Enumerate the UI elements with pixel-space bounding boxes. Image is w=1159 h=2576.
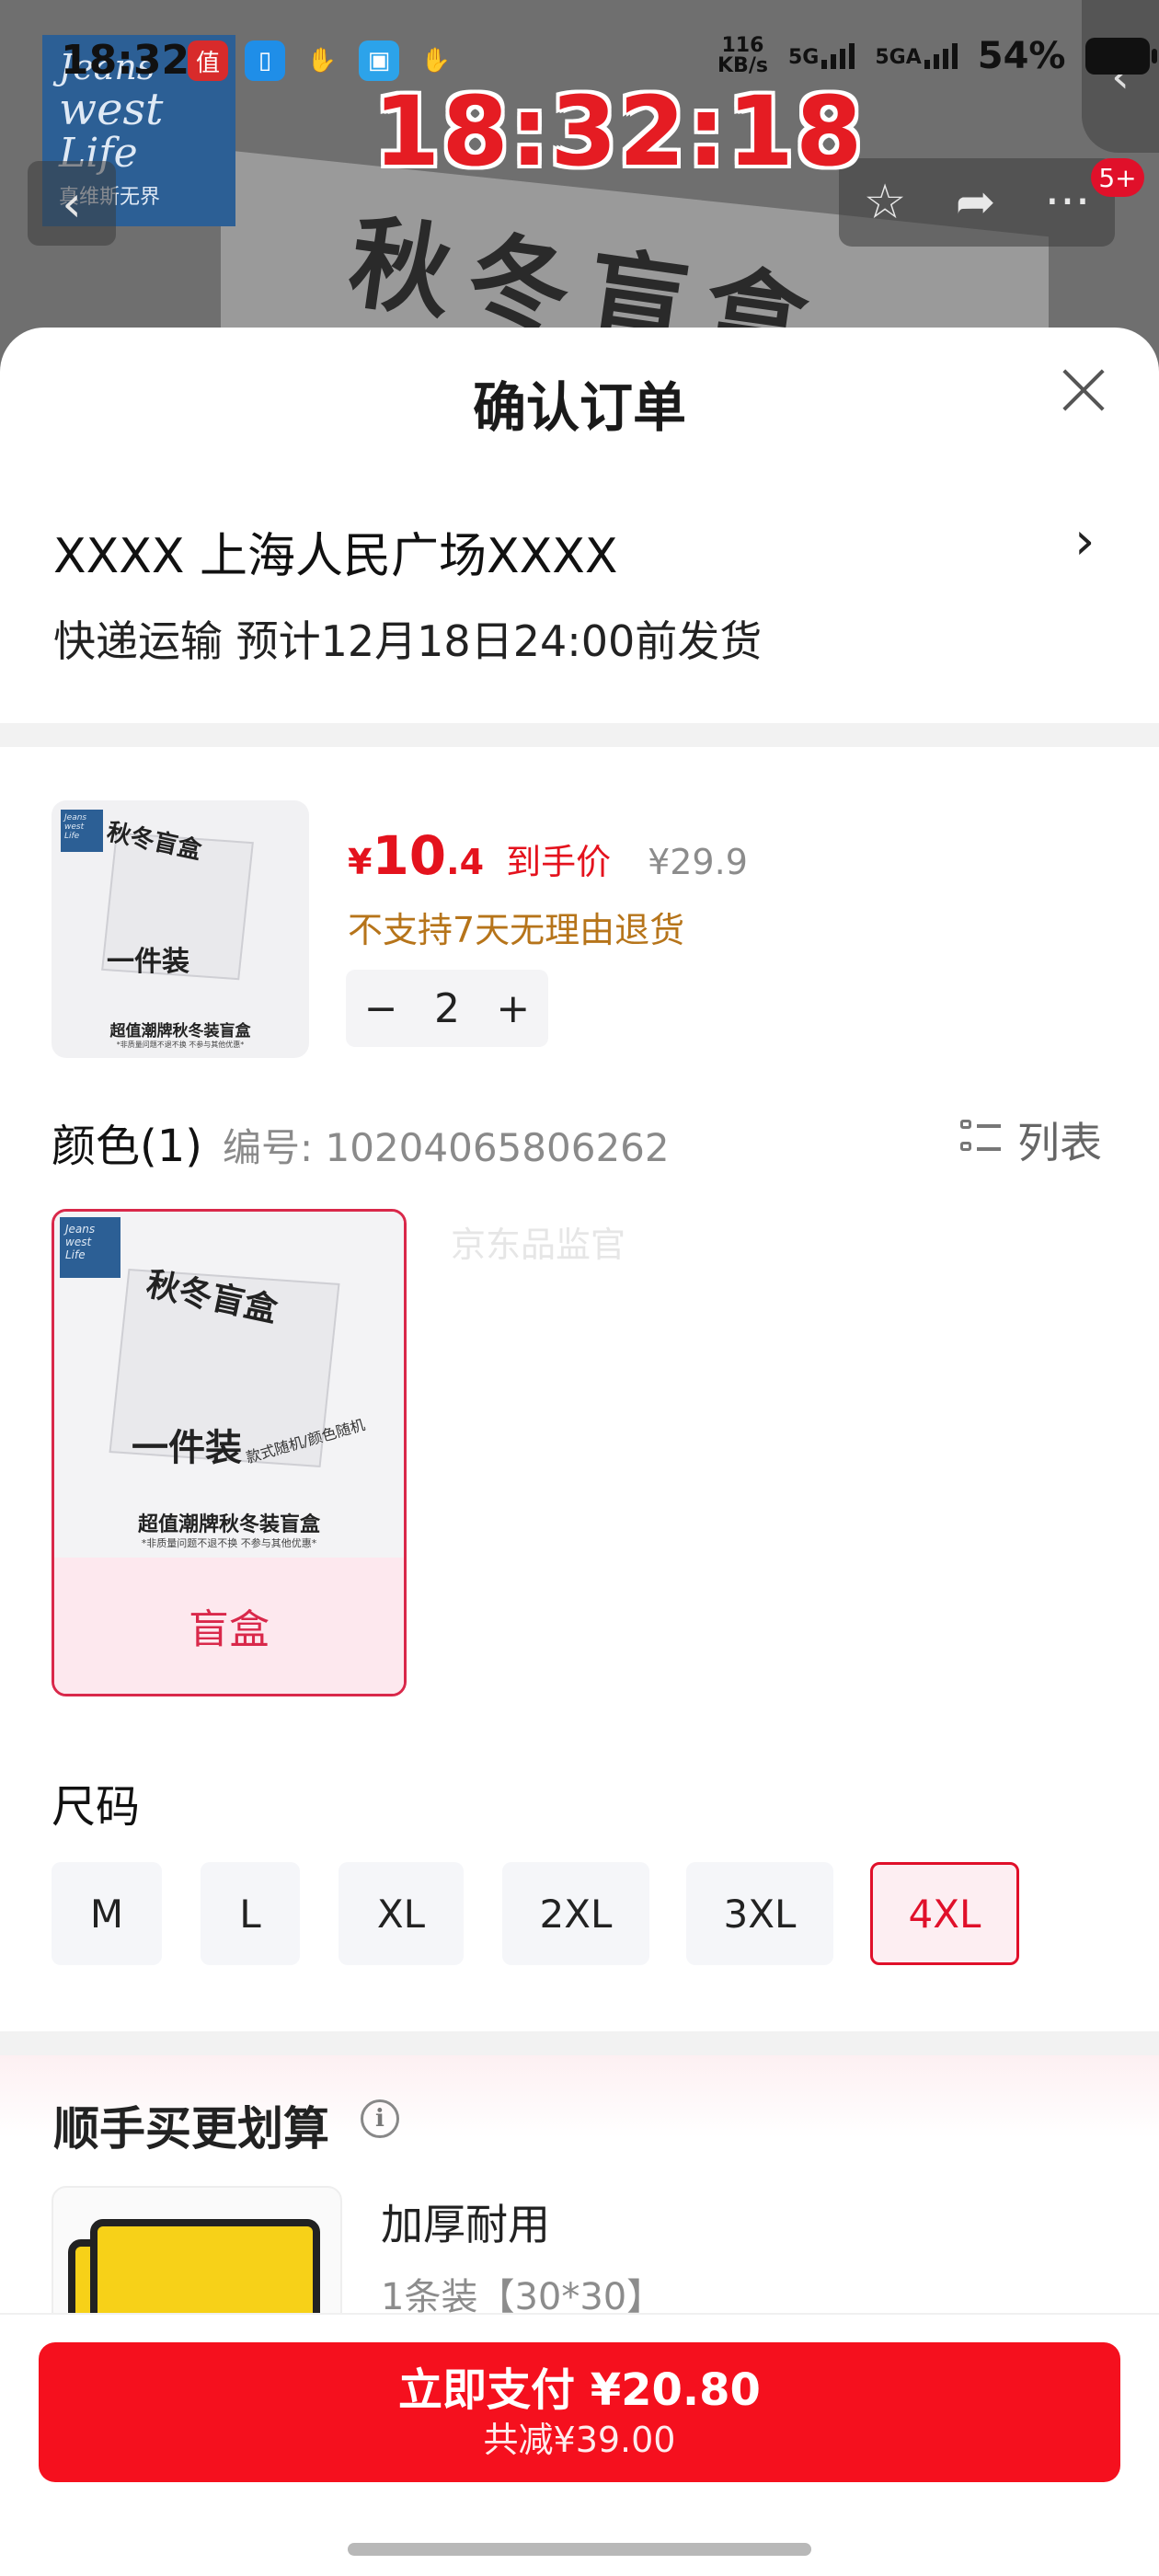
home-indicator[interactable] [348,2543,811,2556]
signal-label-2: 5GA [875,46,922,69]
price-row: ¥ 10 .4 到手价 ¥29.9 [348,824,748,887]
box-side-text: 一件装 [107,946,189,978]
pay-now-label: 立即支付 ¥20.80 [398,2364,761,2416]
size-label: 尺码 [52,1781,141,1833]
status-right: 116 KB/s 5G 5GA 54% [717,35,1158,77]
upsell-title: 顺手买更划算 [53,2102,329,2156]
order-confirm-sheet: 确认订单 XXXX 上海人民广场XXXX › 快递运输 预计12月18日24:0… [0,328,1159,2576]
chevron-right-icon[interactable]: › [1074,512,1095,571]
box-fine-print: *非质量问题不退不换 不参与其他优惠* [116,1041,245,1049]
watermark: 京东品监官 [451,1225,626,1265]
size-option-2xl[interactable]: 2XL [502,1862,649,1965]
handshake-icon: ✋ [306,47,338,75]
message-badge: 5+ [1091,158,1144,197]
price-symbol: ¥ [348,842,373,882]
box-side-text: 一件装 [132,1427,242,1469]
minus-button[interactable]: − [364,985,398,1032]
color-label: 颜色(1) [52,1121,202,1172]
signal-icon: 5G [788,43,855,69]
discount-total: 共减¥39.00 [483,2420,676,2460]
plus-button[interactable]: + [496,985,530,1032]
close-icon[interactable] [1058,364,1109,416]
size-option-4xl[interactable]: 4XL [870,1862,1019,1965]
net-speed-unit: KB/s [717,54,768,77]
size-option-m[interactable]: M [52,1862,162,1965]
list-view-toggle[interactable]: 列表 [960,1110,1102,1170]
box-caption: 超值潮牌秋冬装盲盒 [109,1022,251,1041]
box-caption: 超值潮牌秋冬装盲盒 [137,1513,320,1536]
brand-line-2: west [59,84,164,135]
brand-mini-logo: Jeans west Life [60,1217,120,1278]
net-speed: 116 KB/s [717,36,768,76]
overlay-clock: 18:32:18 [373,75,865,188]
size-option-3xl[interactable]: 3XL [686,1862,833,1965]
price-decimal: .4 [446,842,485,882]
signal-icon: 5GA [875,43,958,69]
quantity-stepper: − 2 + [346,970,548,1047]
product-code: 编号: 10204065806262 [223,1125,670,1170]
list-toggle-label: 列表 [1017,1118,1102,1167]
price-integer: 10 [372,824,447,887]
info-icon[interactable]: i [361,2099,399,2138]
star-icon[interactable]: ☆ [864,175,907,230]
quantity-value[interactable]: 2 [434,985,460,1032]
color-variant-card[interactable]: Jeans west Life 秋冬盲盒 一件装 款式随机/颜色随机 超值潮牌秋冬装… [52,1209,407,1696]
brand-mini-logo: Jeans west Life [61,810,103,852]
status-time: 18:32 [61,37,190,84]
delivery-address[interactable]: XXXX 上海人民广场XXXX [53,517,618,586]
return-policy-notice: 不支持7天无理由退货 [348,910,685,950]
pay-now-button[interactable]: 立即支付 ¥20.80 共减¥39.00 [39,2342,1120,2482]
more-icon[interactable]: ··· [1045,175,1091,230]
sheet-title: 确认订单 [472,376,686,439]
section-divider [0,723,1159,747]
size-option-l[interactable]: L [201,1862,300,1965]
battery-percent: 54% [977,35,1066,77]
signal-label-1: 5G [787,46,820,69]
size-option-xl[interactable]: XL [339,1862,464,1965]
top-action-bar: ☆ ➦ ··· [839,158,1115,247]
product-thumbnail[interactable]: Jeans west Life 秋冬盲盒 一件装 超值潮牌秋冬装盲盒 *非质量问题不… [52,800,309,1058]
share-icon[interactable]: ➦ [956,175,996,230]
box-fine-print: *非质量问题不退不换 不参与其他优惠* [141,1537,317,1549]
original-price: ¥29.9 [648,842,748,882]
app-notify-icon: ▯ [245,40,285,81]
battery-icon [1085,38,1158,75]
app-notify-icon: 值 [188,40,228,81]
upsell-item-name[interactable]: 加厚耐用 [381,2191,550,2252]
section-divider [0,2031,1159,2055]
net-speed-value: 116 [721,34,764,57]
price-label: 到手价 [506,842,612,882]
checkout-footer: 立即支付 ¥20.80 共减¥39.00 [0,2313,1159,2576]
variant-label: 盲盒 [54,1558,404,1694]
list-icon [960,1120,1001,1160]
variant-image: Jeans west Life 秋冬盲盒 一件装 款式随机/颜色随机 超值潮牌秋冬装… [54,1212,404,1558]
shipping-estimate: 快递运输 预计12月18日24:00前发货 [53,616,763,666]
back-arrow-icon[interactable]: ‹ [28,161,116,246]
